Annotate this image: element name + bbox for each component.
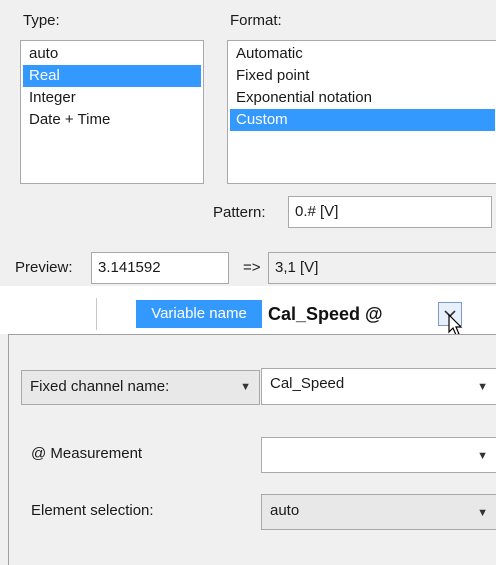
chevron-down-icon: ▼ bbox=[240, 381, 251, 393]
format-item-custom[interactable]: Custom bbox=[230, 109, 495, 131]
element-selection-label: Element selection: bbox=[31, 502, 154, 519]
measurement-select[interactable]: ▼ bbox=[261, 437, 496, 473]
variable-name-value: Cal_Speed @ bbox=[268, 304, 383, 324]
variable-header: Variable name Cal_Speed @ bbox=[0, 294, 496, 336]
variable-name-header: Variable name bbox=[136, 300, 262, 328]
channel-mode-label: Fixed channel name: bbox=[30, 378, 170, 395]
format-item-automatic[interactable]: Automatic bbox=[230, 43, 495, 65]
format-label: Format: bbox=[230, 12, 282, 29]
type-item-date-time[interactable]: Date + Time bbox=[23, 109, 201, 131]
channel-name-select[interactable]: Cal_Speed ▼ bbox=[261, 368, 496, 405]
channel-settings-frame: Fixed channel name: ▼ Cal_Speed ▼ @ Meas… bbox=[8, 334, 496, 565]
preview-label: Preview: bbox=[15, 259, 73, 276]
type-label: Type: bbox=[23, 12, 60, 29]
type-item-real[interactable]: Real bbox=[23, 65, 201, 87]
channel-mode-select[interactable]: Fixed channel name: ▼ bbox=[21, 370, 260, 405]
format-panel: Type: Format: auto Real Integer Date + T… bbox=[0, 0, 496, 286]
type-item-integer[interactable]: Integer bbox=[23, 87, 201, 109]
preview-arrow: => bbox=[243, 259, 261, 276]
type-item-auto[interactable]: auto bbox=[23, 43, 201, 65]
panel-divider bbox=[0, 286, 496, 294]
preview-result: 3,1 [V] bbox=[268, 252, 496, 284]
preview-input[interactable]: 3.141592 bbox=[91, 252, 229, 284]
chevron-down-icon: ▼ bbox=[477, 507, 488, 519]
chevron-down-icon: ▼ bbox=[477, 381, 488, 393]
element-selection-select[interactable]: auto ▼ bbox=[261, 494, 496, 530]
format-listbox[interactable]: Automatic Fixed point Exponential notati… bbox=[227, 40, 496, 184]
format-item-exponential[interactable]: Exponential notation bbox=[230, 87, 495, 109]
pattern-input[interactable]: 0.# [V] bbox=[288, 196, 492, 228]
type-listbox[interactable]: auto Real Integer Date + Time bbox=[20, 40, 204, 184]
channel-name-value: Cal_Speed bbox=[270, 375, 345, 392]
pattern-label: Pattern: bbox=[213, 204, 266, 221]
measurement-label: @ Measurement bbox=[31, 445, 143, 462]
chevron-down-icon: ▼ bbox=[477, 450, 488, 462]
format-item-fixed-point[interactable]: Fixed point bbox=[230, 65, 495, 87]
header-divider bbox=[96, 298, 97, 330]
element-selection-value: auto bbox=[270, 502, 300, 519]
